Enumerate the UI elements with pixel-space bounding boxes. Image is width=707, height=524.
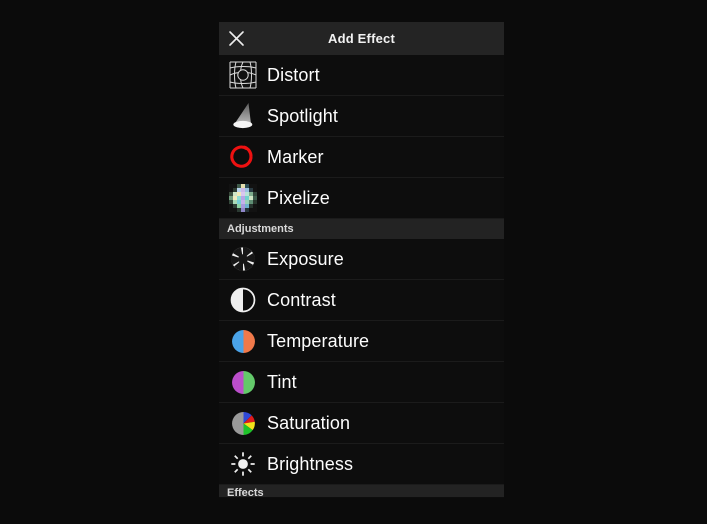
panel-header: Add Effect	[219, 22, 504, 55]
saturation-icon	[219, 403, 267, 444]
list-item-label: Contrast	[267, 290, 336, 310]
list-item-label: Pixelize	[267, 188, 330, 208]
list-item-exposure[interactable]: Exposure	[219, 239, 504, 280]
list-item-label: Saturation	[267, 413, 351, 433]
list-item-label: Brightness	[267, 454, 354, 474]
effect-list[interactable]: Distort Spotlight Marker Pixelize Adjust…	[219, 55, 504, 498]
temperature-icon	[219, 321, 267, 362]
close-icon	[228, 30, 245, 47]
list-item-label: Temperature	[267, 331, 370, 351]
list-item-brightness[interactable]: Brightness	[219, 444, 504, 485]
list-item-label: Exposure	[267, 249, 344, 269]
list-item-label: Marker	[267, 147, 324, 167]
section-header-label: Adjustments	[227, 223, 294, 235]
tint-icon	[219, 362, 267, 403]
list-item-pixelize[interactable]: Pixelize	[219, 178, 504, 219]
close-button[interactable]	[219, 22, 253, 55]
pixelize-icon	[219, 178, 267, 219]
section-header-adjustments: Adjustments	[219, 219, 504, 239]
list-item-label: Distort	[267, 65, 320, 85]
section-header-effects: Effects	[219, 485, 504, 497]
contrast-icon	[219, 280, 267, 321]
add-effect-panel: Add Effect Distort Spotlight Marker Pixe…	[219, 22, 504, 498]
list-item-marker[interactable]: Marker	[219, 137, 504, 178]
panel-title: Add Effect	[328, 31, 395, 46]
spotlight-icon	[219, 96, 267, 137]
list-item-distort[interactable]: Distort	[219, 55, 504, 96]
sun-icon	[219, 444, 267, 485]
distort-icon	[219, 55, 267, 96]
section-header-label: Effects	[227, 487, 264, 497]
list-item-saturation[interactable]: Saturation	[219, 403, 504, 444]
screen: Add Effect Distort Spotlight Marker Pixe…	[0, 0, 707, 524]
list-item-label: Tint	[267, 372, 297, 392]
list-item-temperature[interactable]: Temperature	[219, 321, 504, 362]
list-item-tint[interactable]: Tint	[219, 362, 504, 403]
aperture-icon	[219, 239, 267, 280]
list-item-contrast[interactable]: Contrast	[219, 280, 504, 321]
list-item-spotlight[interactable]: Spotlight	[219, 96, 504, 137]
list-item-label: Spotlight	[267, 106, 338, 126]
marker-icon	[219, 137, 267, 178]
